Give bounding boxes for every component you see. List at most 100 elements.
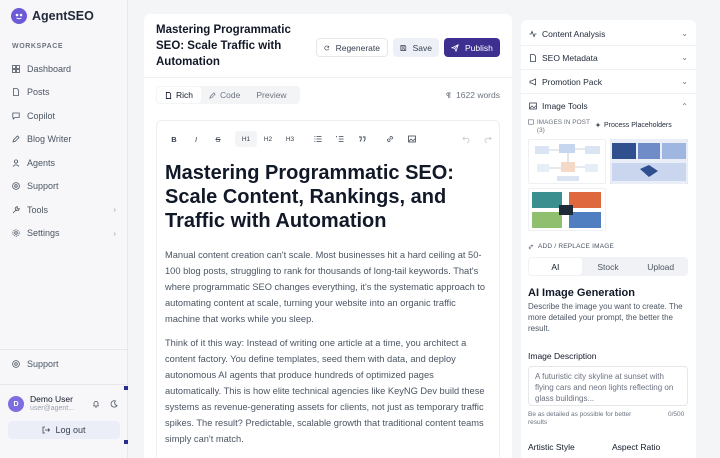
chevron-right-icon: › — [113, 228, 116, 238]
heading3-button[interactable]: H3 — [279, 131, 301, 147]
image-description-label: Image Description — [528, 351, 597, 361]
link-icon — [528, 244, 534, 249]
sidebar-support-link[interactable]: Support — [12, 359, 59, 369]
resize-handle[interactable] — [124, 386, 128, 390]
send-icon — [451, 43, 459, 52]
workspace-label: WORKSPACE — [12, 43, 64, 50]
post-image-thumbnail[interactable] — [528, 139, 606, 184]
image-source-tabs: AI Stock Upload — [528, 257, 688, 276]
heading1-button[interactable]: H1 — [235, 131, 257, 147]
save-button[interactable]: Save — [393, 38, 439, 57]
logout-button[interactable]: Log out — [8, 421, 120, 439]
add-replace-label: ADD / REPLACE IMAGE — [528, 243, 614, 250]
chevron-up-icon: ⌃ — [681, 101, 688, 111]
quote-button[interactable] — [351, 131, 373, 147]
support-label: Support — [27, 359, 59, 369]
logout-label: Log out — [55, 425, 86, 435]
tab-code[interactable]: Code — [201, 87, 248, 103]
sidebar-item-support[interactable]: Support — [8, 175, 120, 199]
sidebar-divider — [0, 384, 128, 385]
sidebar-item-posts[interactable]: Posts — [8, 81, 120, 105]
app-logo[interactable]: AgentSEO — [11, 8, 94, 24]
undo-icon — [462, 136, 470, 143]
tab-stock[interactable]: Stock — [582, 258, 635, 275]
redo-button[interactable] — [477, 131, 499, 147]
pen-icon — [209, 91, 216, 99]
moon-icon[interactable] — [110, 400, 118, 408]
artistic-style-label: Artistic Style — [528, 442, 575, 452]
post-image-thumbnail[interactable] — [528, 188, 606, 231]
publish-label: Publish — [465, 42, 493, 53]
sidebar-item-blog-writer[interactable]: Blog Writer — [8, 128, 120, 152]
tab-preview[interactable]: Preview — [248, 87, 294, 103]
editor-header: Mastering Programmatic SEO: Scale Traffi… — [144, 14, 512, 78]
chevron-down-icon: ⌄ — [681, 29, 688, 38]
tab-upload[interactable]: Upload — [634, 258, 687, 275]
sidebar-item-settings[interactable]: Settings › — [8, 222, 120, 246]
chevron-right-icon: › — [113, 205, 116, 215]
bold-button[interactable]: B — [163, 131, 185, 147]
user-profile[interactable]: D Demo User user@agent... — [8, 393, 122, 415]
bullet-list-button[interactable] — [307, 131, 329, 147]
italic-button[interactable]: I — [185, 131, 207, 147]
regenerate-label: Regenerate — [335, 42, 380, 53]
aspect-ratio-label: Aspect Ratio — [612, 442, 661, 452]
sidebar-divider — [0, 349, 128, 350]
logout-icon — [43, 426, 51, 434]
help-icon — [12, 182, 20, 191]
image-description-input[interactable]: A futuristic city skyline at sunset with… — [528, 366, 688, 406]
tab-rich[interactable]: Rich — [157, 87, 202, 103]
tab-label: Preview — [256, 90, 287, 100]
sidebar-item-dashboard[interactable]: Dashboard — [8, 57, 120, 81]
image-icon — [529, 102, 537, 110]
strikethrough-button[interactable]: S — [207, 131, 229, 147]
save-label: Save — [412, 42, 432, 53]
bell-icon[interactable] — [92, 400, 100, 408]
editor-card: Mastering Programmatic SEO: Scale Traffi… — [144, 14, 512, 458]
diagram-thumbnail-image — [535, 144, 600, 181]
save-icon — [400, 44, 407, 51]
regenerate-button[interactable]: Regenerate — [316, 38, 388, 57]
rich-editor[interactable]: B I S H1 H2 H3 Mastering Programmatic SE… — [156, 120, 500, 458]
content-paragraph[interactable]: Manual content creation can't scale. Mos… — [165, 247, 489, 327]
tab-label: Rich — [176, 90, 194, 100]
publish-button[interactable]: Publish — [444, 38, 500, 57]
ordered-list-button[interactable] — [329, 131, 351, 147]
content-heading[interactable]: Mastering Programmatic SEO: Scale Conten… — [165, 161, 485, 233]
post-image-thumbnail[interactable] — [610, 139, 688, 184]
sidebar-item-label: Agents — [27, 157, 56, 168]
accordion-content-analysis[interactable]: Content Analysis ⌄ — [521, 22, 696, 46]
accordion-image-tools[interactable]: Image Tools ⌃ — [521, 94, 696, 118]
quote-icon — [359, 136, 366, 142]
sidebar-item-tools[interactable]: Tools › — [8, 198, 120, 222]
tab-ai[interactable]: AI — [529, 258, 582, 275]
app-name: AgentSEO — [32, 9, 94, 23]
process-placeholders-button[interactable]: Process Placeholders — [595, 122, 672, 130]
accordion-seo-metadata[interactable]: SEO Metadata ⌄ — [521, 46, 696, 70]
side-panel: Content Analysis ⌄ SEO Metadata ⌄ Promot… — [521, 20, 696, 458]
agent-icon — [12, 159, 20, 167]
user-email: user@agent... — [30, 404, 75, 412]
wrench-icon — [12, 206, 20, 214]
accordion-label: SEO Metadata — [542, 52, 598, 63]
user-info: Demo User user@agent... — [30, 395, 74, 412]
images-in-post-label: IMAGES IN POST (3) — [528, 119, 598, 135]
insert-image-button[interactable] — [401, 131, 423, 147]
resize-handle[interactable] — [124, 440, 128, 444]
chevron-down-icon: ⌄ — [681, 53, 688, 62]
sidebar-item-agents[interactable]: Agents — [8, 151, 120, 175]
link-icon — [387, 136, 393, 142]
link-button[interactable] — [379, 131, 401, 147]
infographic-thumbnail-image — [610, 139, 688, 184]
accordion-promotion-pack[interactable]: Promotion Pack ⌄ — [521, 70, 696, 94]
heading2-button[interactable]: H2 — [257, 131, 279, 147]
sidebar-item-label: Blog Writer — [27, 134, 72, 145]
sidebar-item-copilot[interactable]: Copilot — [8, 104, 120, 128]
sidebar-item-label: Dashboard — [27, 63, 72, 74]
undo-button[interactable] — [455, 131, 477, 147]
chevron-down-icon: ⌄ — [681, 77, 688, 86]
sidebar-item-label: Tools — [27, 204, 49, 215]
content-paragraph[interactable]: Think of it this way: Instead of writing… — [165, 335, 489, 447]
ai-image-generation-title: AI Image Generation — [528, 287, 635, 299]
pilcrow-icon — [446, 92, 451, 98]
